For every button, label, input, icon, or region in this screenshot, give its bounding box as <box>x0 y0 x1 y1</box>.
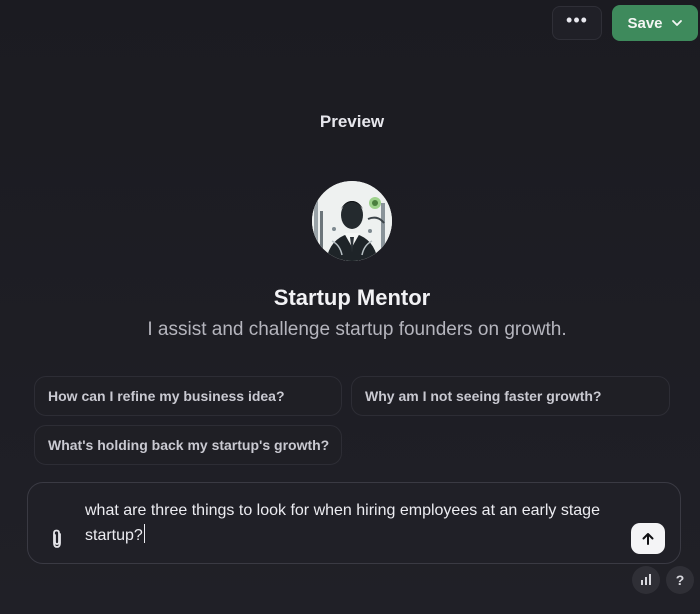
save-button[interactable]: Save <box>612 5 698 41</box>
conversation-starter[interactable]: What's holding back my startup's growth? <box>34 425 342 465</box>
stats-button[interactable] <box>632 566 660 594</box>
save-label: Save <box>627 14 663 32</box>
gpt-description: I assist and challenge startup founders … <box>147 319 567 340</box>
help-label: ? <box>675 572 685 588</box>
help-button[interactable]: ? <box>666 566 694 594</box>
send-button[interactable] <box>631 523 665 554</box>
conversation-starter[interactable]: Why am I not seeing faster growth? <box>351 376 670 416</box>
message-input[interactable]: what are three things to look for when h… <box>85 498 615 548</box>
gpt-editor-preview: ••• Save Preview Startup Mentor I assist… <box>0 0 700 614</box>
gpt-name: Startup Mentor <box>273 285 431 310</box>
paperclip-icon[interactable] <box>48 528 66 550</box>
businessman-portrait-icon <box>312 181 392 261</box>
conversation-starter[interactable]: How can I refine my business idea? <box>34 376 342 416</box>
more-options-button[interactable]: ••• <box>552 6 602 40</box>
text-caret <box>143 524 145 543</box>
bar-chart-icon <box>641 574 651 585</box>
arrow-up-icon <box>642 532 654 545</box>
gpt-avatar <box>312 181 392 261</box>
chevron-down-icon <box>671 20 682 26</box>
message-composer[interactable]: what are three things to look for when h… <box>27 482 681 564</box>
top-bar: ••• Save <box>0 0 700 46</box>
preview-heading: Preview <box>319 112 385 131</box>
more-dots-icon: ••• <box>566 10 588 30</box>
message-input-value: what are three things to look for when h… <box>85 502 600 544</box>
